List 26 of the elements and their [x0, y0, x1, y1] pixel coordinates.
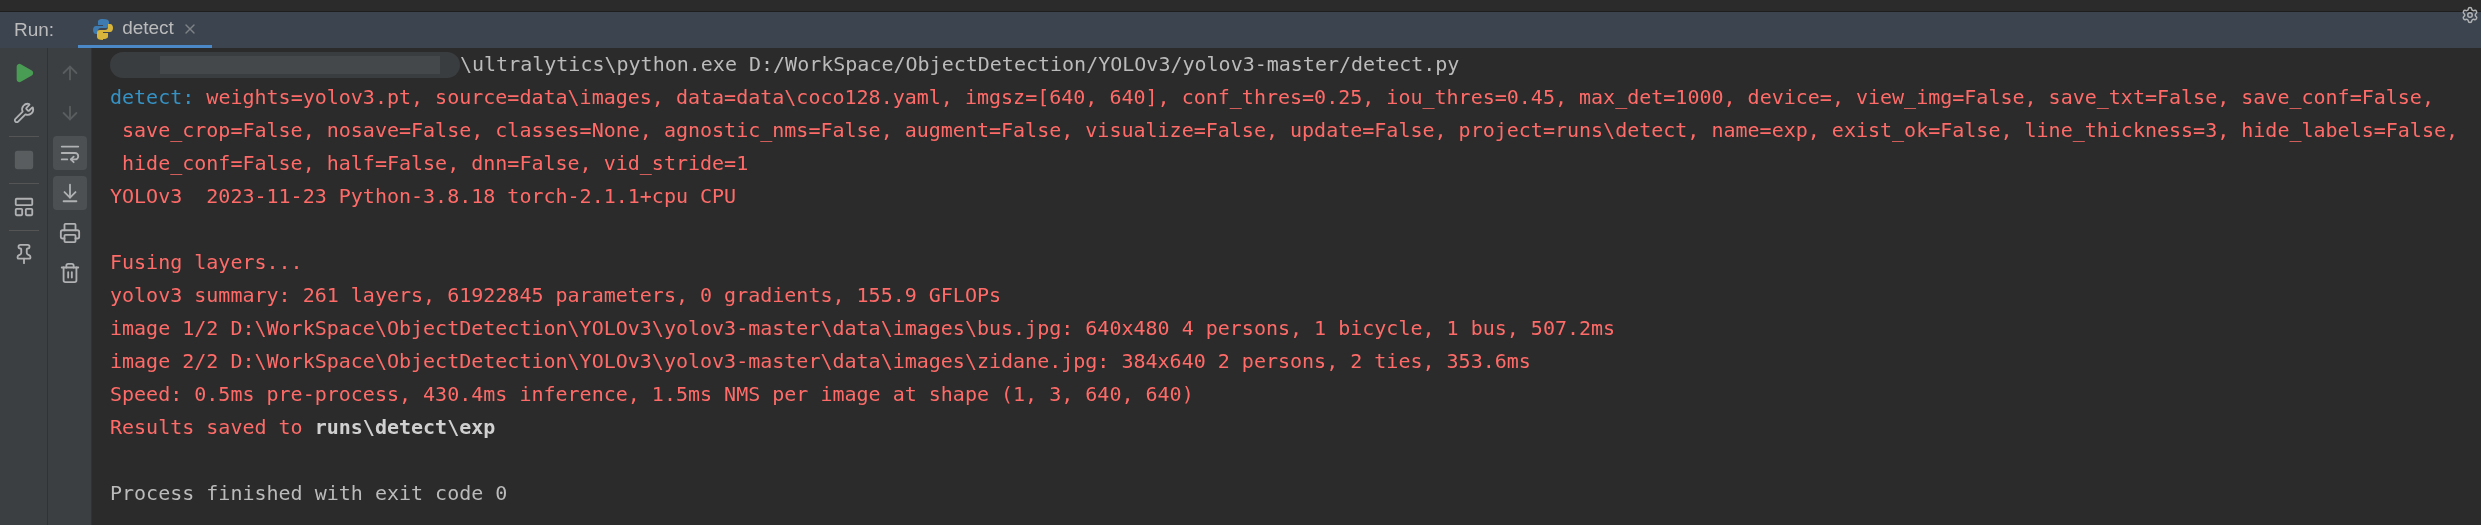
- console-text: hide_conf=False, half=False, dnn=False, vid_stride=1: [121, 151, 749, 175]
- scroll-to-end-button[interactable]: [52, 176, 87, 210]
- run-label: Run:: [13, 17, 56, 42]
- console-text: image 1/2 D:\WorkSpace\ObjectDetection\YOLOv3\yolov3-master\data\images\bus.jpg: 640x480 4 persons, 1 bicycle, 1 bus, 507.2ms: [110, 316, 1616, 340]
- printer-icon: [58, 222, 81, 244]
- console-text: image 2/2 D:\WorkSpace\ObjectDetection\YOLOv3\yolov3-master\data\images\zidane.jpg: 384x640 2 persons, 2 ties, 353.6ms: [110, 349, 1531, 373]
- wrench-icon: [12, 102, 35, 124]
- console-text: YOLOv3 2023-11-23 Python-3.8.18 torch-2.1.1+cpu CPU: [110, 184, 737, 208]
- run-tab[interactable]: detect: [78, 12, 212, 48]
- output-path: runs\detect\exp: [314, 415, 496, 439]
- layout-icon: [12, 196, 35, 218]
- trash-icon: [58, 262, 81, 284]
- console-text: Fusing layers...: [110, 250, 303, 274]
- log-prefix: detect:: [110, 85, 195, 109]
- tab-title: detect: [122, 16, 174, 41]
- console-text: Process finished with exit code 0: [110, 481, 508, 505]
- console-text: weights=yolov3.pt, source=data\images, data=data\coco128.yaml, imgsz=[640, 640], conf_thres=0.25, iou_thres=0.45, max_det=1000, device=, view_img=False, save_txt=False, save_conf=False,: [205, 85, 2434, 109]
- console-text: save_crop=False, nosave=False, classes=None, agnostic_nms=False, augment=False, visualize=False, update=False, project=runs\detect, name=exp, exist_ok=False, line_thickness=3, hide_labels=False,: [121, 118, 2458, 142]
- console-text: yolov3 summary: 261 layers, 61922845 parameters, 0 gradients, 155.9 GFLOPs: [110, 283, 1002, 307]
- console-text: Results saved to: [110, 415, 304, 439]
- python-logo-icon: [92, 17, 115, 40]
- console-text: \ultralytics\python.exe D:/WorkSpace/ObjectDetection/YOLOv3/yolov3-master/detect.py: [460, 51, 1460, 78]
- stop-icon: [12, 149, 35, 171]
- settings-icon[interactable]: [2461, 6, 2479, 24]
- soft-wrap-button[interactable]: [52, 136, 87, 170]
- console-text: Speed: 0.5ms pre-process, 430.4ms inference, 1.5ms NMS per image at shape (1, 3, 640, 640): [110, 382, 1194, 406]
